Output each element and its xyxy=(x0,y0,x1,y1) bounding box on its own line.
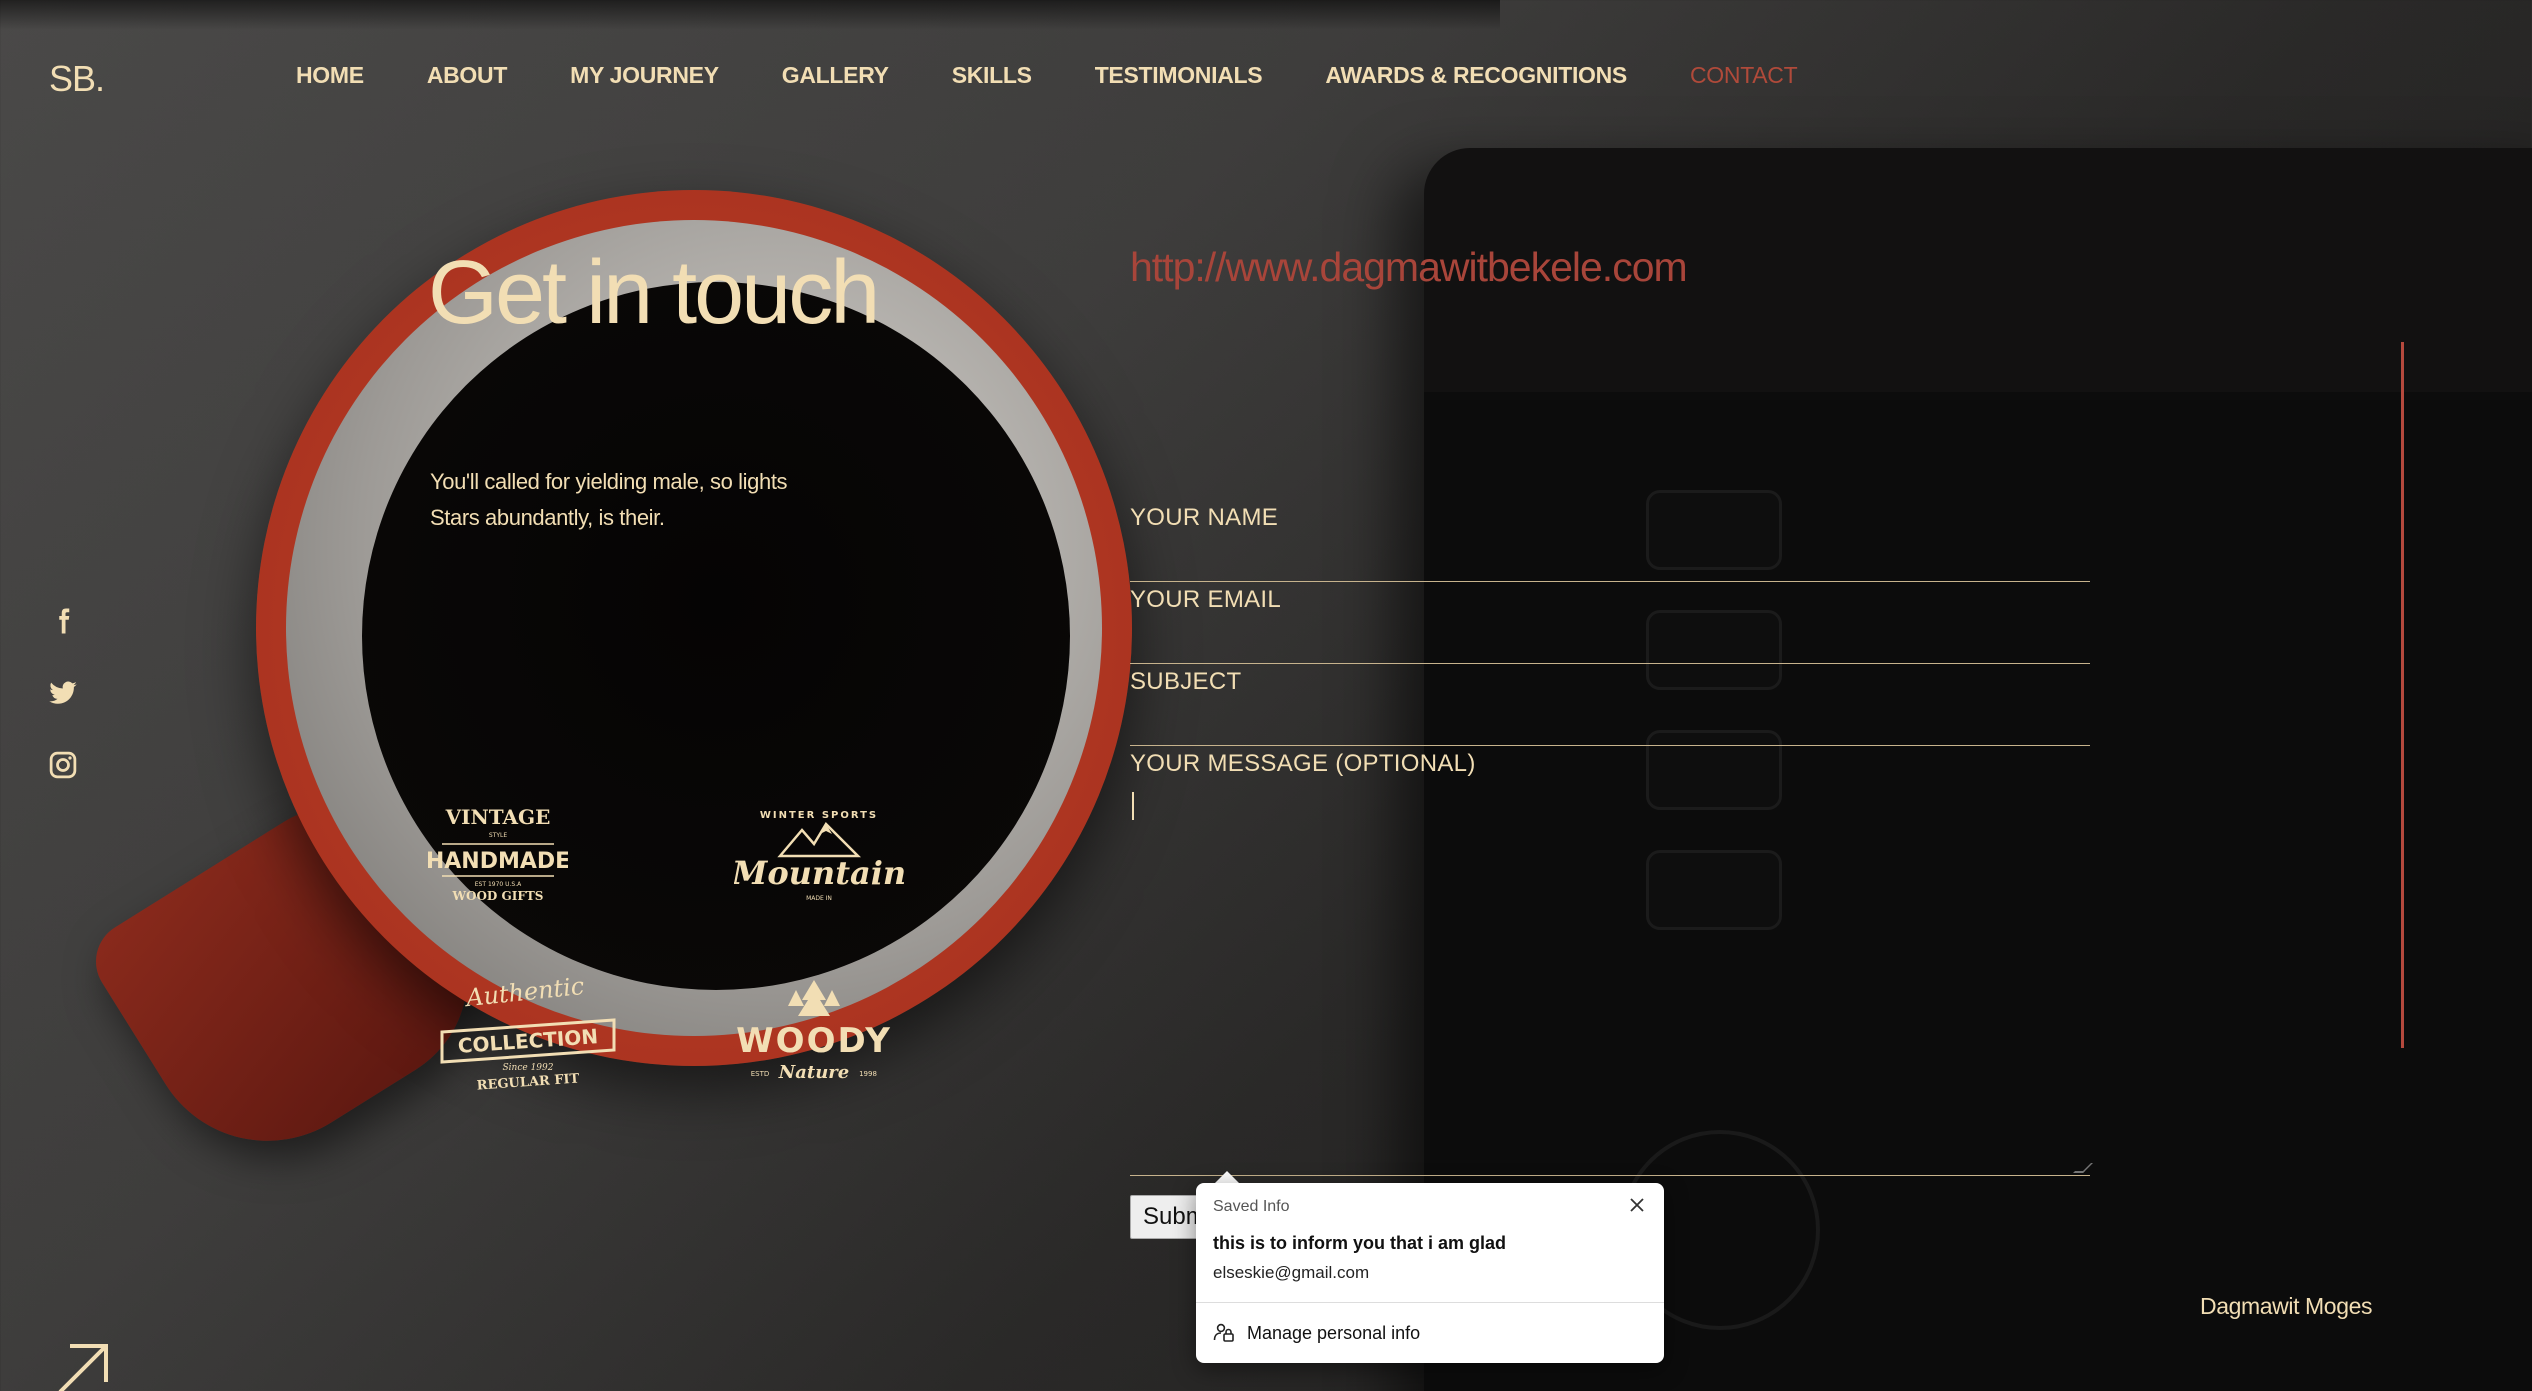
nav-item-skills[interactable]: SKILLS xyxy=(952,62,1032,89)
autofill-suggestion[interactable]: this is to inform you that i am glad els… xyxy=(1196,1225,1664,1285)
subject-input[interactable] xyxy=(1130,705,2090,741)
svg-text:Since 1992: Since 1992 xyxy=(503,1063,554,1073)
autofill-popup: Saved Info this is to inform you that i … xyxy=(1196,1183,1664,1363)
svg-text:HANDMADE: HANDMADE xyxy=(428,849,568,874)
nav-item-testimonials[interactable]: TESTIMONIALS xyxy=(1095,62,1263,89)
svg-text:EST 1970 U.S.A: EST 1970 U.S.A xyxy=(475,881,522,888)
website-link[interactable]: http://www.dagmawitbekele.com xyxy=(1130,244,1688,291)
manage-personal-info-label: Manage personal info xyxy=(1247,1323,1421,1343)
nav-item-gallery[interactable]: GALLERY xyxy=(782,62,889,89)
email-field-label: YOUR EMAIL xyxy=(1130,586,1282,613)
svg-text:Mountain: Mountain xyxy=(734,854,904,892)
name-input[interactable] xyxy=(1130,541,2090,577)
subject-field-label: SUBJECT xyxy=(1130,668,1242,695)
nav-item-my-journey[interactable]: MY JOURNEY xyxy=(570,62,719,89)
suggestion-secondary-text: elseskie@gmail.com xyxy=(1213,1263,1370,1282)
svg-text:STYLE: STYLE xyxy=(489,832,507,839)
message-textarea[interactable]: YOUR MESSAGE (OPTIONAL) xyxy=(1130,746,2093,1176)
name-field[interactable]: YOUR NAME xyxy=(1130,500,2090,582)
nav-item-about[interactable]: ABOUT xyxy=(427,62,508,89)
logo-woody-nature: WOODY ESTD Nature 1998 xyxy=(736,980,892,1083)
svg-text:VINTAGE: VINTAGE xyxy=(445,805,551,829)
manage-personal-info-button[interactable]: Manage personal info xyxy=(1196,1303,1664,1361)
svg-text:WINTER SPORTS: WINTER SPORTS xyxy=(760,810,878,821)
svg-text:Authentic: Authentic xyxy=(463,972,586,1012)
footer-name: Dagmawit Moges xyxy=(2200,1293,2373,1319)
contact-form: YOUR NAME YOUR EMAIL SUBJECT YOUR MESSAG… xyxy=(1130,500,2093,1176)
intro-line: Stars abundantly, is their. xyxy=(430,505,665,530)
svg-text:ESTD: ESTD xyxy=(751,1070,770,1078)
facebook-icon[interactable] xyxy=(48,606,78,636)
logo-authentic-collection: Authentic COLLECTION Since 1992 REGULAR … xyxy=(440,972,616,1090)
logo-mountain: WINTER SPORTS Mountain MADE IN xyxy=(734,810,904,902)
message-field-label: YOUR MESSAGE (OPTIONAL) xyxy=(1130,750,1476,777)
intro-line: You'll called for yielding male, so ligh… xyxy=(430,469,788,494)
main-nav: HOME ABOUT MY JOURNEY GALLERY SKILLS TES… xyxy=(296,62,1860,89)
submit-button[interactable]: Submit xyxy=(1130,1195,1200,1239)
background-shadow xyxy=(0,0,1500,30)
svg-text:WOOD GIFTS: WOOD GIFTS xyxy=(452,889,544,903)
site-logo[interactable]: SB. xyxy=(49,58,105,100)
email-field[interactable]: YOUR EMAIL xyxy=(1130,582,2090,664)
intro-text: You'll called for yielding male, so ligh… xyxy=(430,464,850,536)
name-field-label: YOUR NAME xyxy=(1130,504,1279,531)
page-title: Get in touch xyxy=(428,243,880,343)
text-cursor xyxy=(1132,792,1134,820)
logo-vintage-handmade: VINTAGE STYLE HANDMADE EST 1970 U.S.A WO… xyxy=(428,805,568,903)
close-icon[interactable] xyxy=(1626,1194,1648,1216)
arrow-up-right-icon[interactable] xyxy=(56,1340,110,1391)
svg-text:REGULAR FIT: REGULAR FIT xyxy=(476,1071,580,1090)
svg-text:WOODY: WOODY xyxy=(736,1021,892,1061)
person-lock-icon xyxy=(1213,1323,1234,1342)
popup-title: Saved Info xyxy=(1213,1198,1290,1215)
decorative-vertical-line xyxy=(2401,342,2404,1048)
svg-text:Nature: Nature xyxy=(778,1062,849,1083)
suggestion-primary-text: this is to inform you that i am glad xyxy=(1213,1233,1507,1253)
nav-item-contact[interactable]: CONTACT xyxy=(1690,62,1798,89)
svg-text:1998: 1998 xyxy=(859,1070,877,1078)
twitter-icon[interactable] xyxy=(48,678,78,708)
email-input[interactable] xyxy=(1130,623,2090,659)
svg-text:MADE IN: MADE IN xyxy=(806,895,832,902)
nav-item-awards[interactable]: AWARDS & RECOGNITIONS xyxy=(1325,62,1627,89)
instagram-icon[interactable] xyxy=(48,750,78,780)
nav-item-home[interactable]: HOME xyxy=(296,62,364,89)
subject-field[interactable]: SUBJECT xyxy=(1130,664,2090,746)
social-links xyxy=(48,606,80,822)
